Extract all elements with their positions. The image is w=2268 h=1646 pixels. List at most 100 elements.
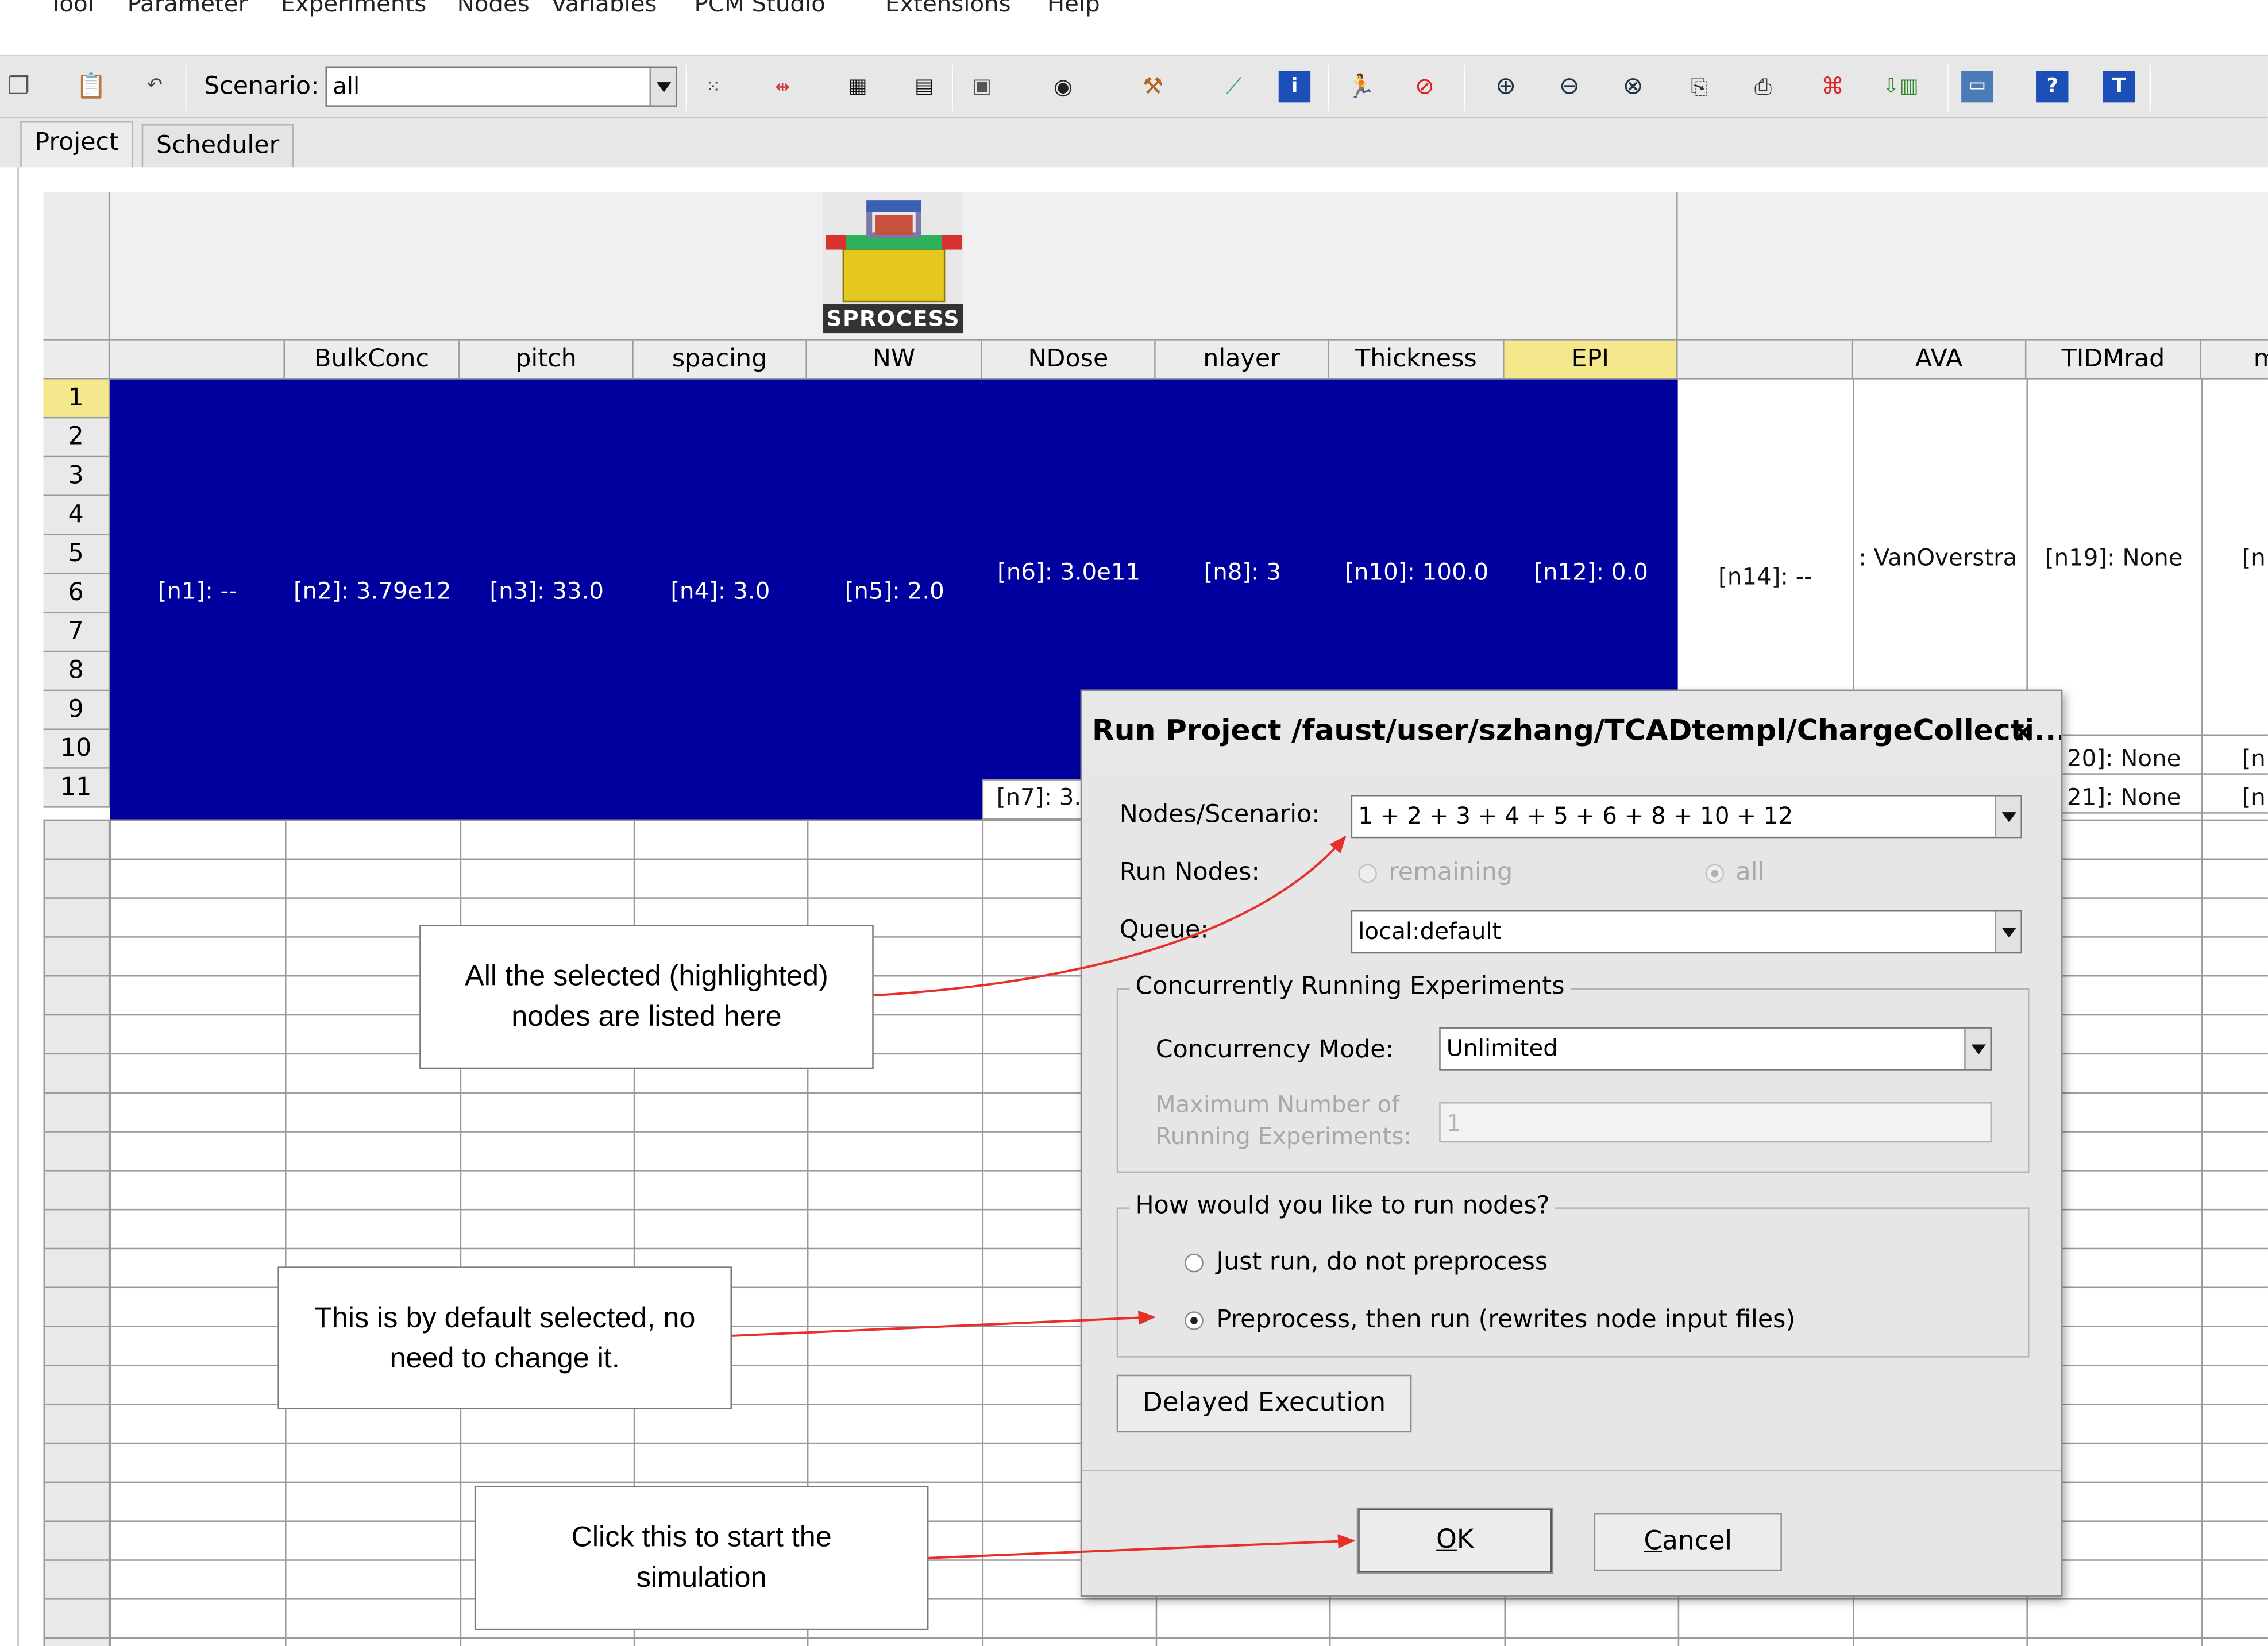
row-number[interactable]: 2: [43, 418, 110, 458]
column-header-nlayer[interactable]: nlayer: [1155, 340, 1329, 380]
concurrency-mode-select[interactable]: Unlimited: [1439, 1027, 1992, 1071]
row-number[interactable]: 5: [43, 535, 110, 574]
import-icon[interactable]: ⎙: [1748, 71, 1779, 102]
run-all-label: all: [1735, 858, 1765, 887]
chevron-down-icon[interactable]: [649, 68, 676, 106]
preprocess-radio[interactable]: [1185, 1311, 1204, 1330]
node-cell-edge[interactable]: [n: [2201, 783, 2268, 811]
max-running-input[interactable]: 1: [1439, 1102, 1992, 1143]
row-number[interactable]: 6: [43, 574, 110, 613]
zoom-out-icon[interactable]: ⊖: [1553, 71, 1585, 102]
column-header-bulkconc[interactable]: BulkConc: [285, 340, 460, 380]
copy-icon[interactable]: ❐: [3, 71, 34, 102]
column-header-m[interactable]: m: [2201, 340, 2268, 380]
zoom-in-icon[interactable]: ⊕: [1490, 71, 1521, 102]
abort-icon[interactable]: ⊘: [1409, 71, 1440, 102]
menu-variables[interactable]: Variables: [551, 0, 657, 17]
zoom-reset-icon[interactable]: ⊗: [1617, 71, 1649, 102]
export-icon[interactable]: ⎘: [1684, 71, 1715, 102]
node-cell-n14[interactable]: [n14]: --: [1678, 563, 1853, 590]
delayed-execution-button[interactable]: Delayed Execution: [1116, 1374, 1412, 1433]
column-header-nw[interactable]: NW: [807, 340, 982, 380]
plot-icon[interactable]: ⟋: [1218, 71, 1249, 102]
node-cell-n8[interactable]: [n8]: 3: [1156, 558, 1329, 586]
menu-nodes[interactable]: Nodes: [457, 0, 530, 17]
run-mode-group-title: How would you like to run nodes?: [1129, 1191, 1556, 1220]
tutorial-icon[interactable]: T: [2103, 71, 2135, 103]
menu-parameter[interactable]: Parameter: [128, 0, 248, 17]
row-number[interactable]: 9: [43, 691, 110, 730]
column-header-tidmrad[interactable]: TIDMrad: [2026, 340, 2202, 380]
node-cell-n1[interactable]: [n1]: --: [110, 577, 285, 605]
run-remaining-radio[interactable]: [1358, 864, 1377, 883]
column-header-spacing[interactable]: spacing: [633, 340, 807, 380]
view-icon[interactable]: ◉: [1047, 71, 1079, 102]
terminal-icon[interactable]: ▭: [1961, 71, 1993, 103]
menu-experiments[interactable]: Experiments: [280, 0, 426, 17]
chevron-down-icon[interactable]: [1964, 1028, 1991, 1069]
cancel-mnemonic: C: [1644, 1526, 1663, 1557]
row-number[interactable]: 11: [43, 768, 110, 808]
ok-button[interactable]: OK: [1356, 1507, 1554, 1574]
menu-pcm-studio[interactable]: PCM Studio: [695, 0, 826, 17]
prune-icon[interactable]: ⌘: [1816, 71, 1848, 102]
add-cols-icon[interactable]: ▤: [908, 71, 940, 102]
tab-project[interactable]: Project: [20, 121, 134, 168]
undo-icon[interactable]: ↶: [139, 71, 171, 102]
node-cell-n12[interactable]: [n12]: 0.0: [1505, 558, 1678, 586]
menu-bar: Tool Parameter Experiments Nodes Variabl…: [0, 0, 2268, 24]
queue-label: Queue:: [1119, 915, 1209, 945]
layout-icon[interactable]: ▣: [966, 71, 998, 102]
chevron-down-icon[interactable]: [1995, 911, 2021, 952]
column-header-blank[interactable]: [110, 340, 286, 380]
node-list-icon[interactable]: ⇩▥: [1877, 71, 1924, 102]
add-rows-icon[interactable]: ▦: [842, 71, 873, 102]
max-running-label: Running Experiments:: [1155, 1122, 1411, 1150]
toolbar: ❐ 📋 ↶ Scenario: all ⁙ ⇹ ▦ ▤ ▣ ◉ ⚒ ⟋ i 🏃 …: [0, 55, 2268, 118]
row-number[interactable]: 8: [43, 652, 110, 691]
node-cell-ava[interactable]: : VanOverstra: [1853, 544, 2026, 571]
node-cell-n3[interactable]: [n3]: 33.0: [460, 577, 634, 605]
scenario-select[interactable]: all: [325, 66, 677, 107]
column-header-ava[interactable]: AVA: [1853, 340, 2027, 380]
close-icon[interactable]: ×: [2011, 714, 2035, 748]
run-icon[interactable]: 🏃: [1345, 71, 1377, 102]
toolbar-separator: [1328, 65, 1329, 111]
run-tool-icon[interactable]: ⚒: [1137, 71, 1168, 102]
row-number[interactable]: 7: [43, 613, 110, 652]
just-run-radio[interactable]: [1185, 1253, 1204, 1273]
split-icon[interactable]: ⁙: [697, 71, 729, 102]
node-cell-n2[interactable]: [n2]: 3.79e12: [285, 577, 460, 605]
node-cell-n10[interactable]: [n10]: 100.0: [1329, 558, 1505, 586]
row-number[interactable]: 3: [43, 457, 110, 497]
paste-icon[interactable]: 📋: [75, 71, 107, 102]
column-header-ndose[interactable]: NDose: [982, 340, 1156, 380]
sprocess-tool-icon[interactable]: SPROCESS: [823, 192, 963, 334]
tab-scheduler[interactable]: Scheduler: [141, 124, 294, 168]
row-number[interactable]: 4: [43, 496, 110, 535]
queue-select[interactable]: local:default: [1351, 910, 2022, 954]
chevron-down-icon[interactable]: [1995, 796, 2021, 837]
cancel-button[interactable]: Cancel: [1594, 1513, 1782, 1571]
column-header-blank-2[interactable]: [1677, 340, 1853, 380]
merge-icon[interactable]: ⇹: [766, 71, 798, 102]
node-cell-n19[interactable]: [n19]: None: [2026, 544, 2201, 571]
menu-tool[interactable]: Tool: [49, 0, 94, 17]
column-header-thickness[interactable]: Thickness: [1329, 340, 1505, 380]
node-cell-edge[interactable]: [n: [2201, 544, 2268, 571]
nodes-scenario-input[interactable]: 1 + 2 + 3 + 4 + 5 + 6 + 8 + 10 + 12: [1351, 795, 2022, 839]
node-cell-edge[interactable]: [n: [2201, 744, 2268, 772]
node-cell-n4[interactable]: [n4]: 3.0: [634, 577, 807, 605]
row-number[interactable]: 10: [43, 729, 110, 769]
row-number[interactable]: 1: [43, 379, 110, 419]
run-all-radio[interactable]: [1705, 864, 1725, 883]
node-cell-n6[interactable]: [n6]: 3.0e11: [982, 558, 1156, 586]
column-header-epi[interactable]: EPI: [1504, 340, 1678, 380]
menu-help[interactable]: Help: [1047, 0, 1100, 17]
column-header-pitch[interactable]: pitch: [460, 340, 634, 380]
info-icon[interactable]: i: [1278, 71, 1311, 103]
dialog-title: Run Project /faust/user/szhang/TCADtempl…: [1082, 691, 2061, 769]
node-cell-n5[interactable]: [n5]: 2.0: [807, 577, 982, 605]
help-icon[interactable]: ?: [2036, 71, 2069, 103]
menu-extensions[interactable]: Extensions: [885, 0, 1011, 17]
